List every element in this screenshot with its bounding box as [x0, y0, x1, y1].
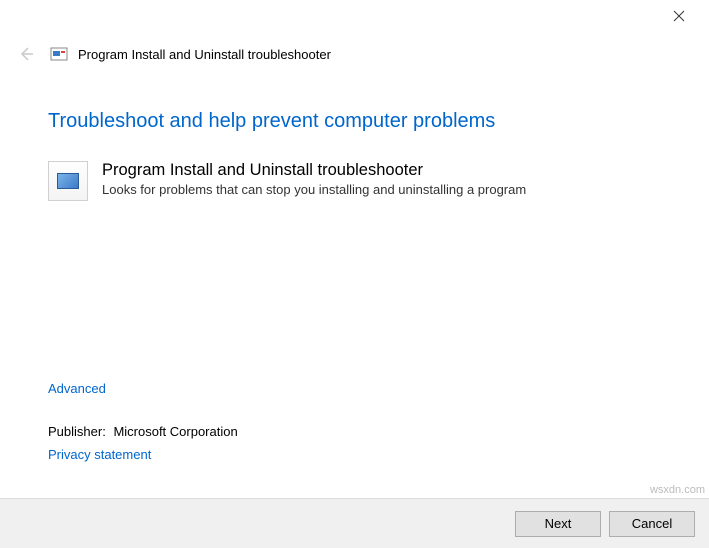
privacy-link[interactable]: Privacy statement	[48, 447, 151, 462]
arrow-left-icon	[18, 46, 34, 62]
titlebar	[0, 0, 709, 32]
close-icon	[673, 10, 685, 22]
window-icon	[50, 45, 68, 63]
window-title: Program Install and Uninstall troublesho…	[78, 47, 331, 62]
next-button[interactable]: Next	[515, 511, 601, 537]
footer: Next Cancel	[0, 498, 709, 548]
troubleshooter-icon	[48, 161, 88, 201]
content-area: Troubleshoot and help prevent computer p…	[0, 110, 709, 462]
page-heading: Troubleshoot and help prevent computer p…	[48, 110, 669, 133]
troubleshooter-text: Program Install and Uninstall troublesho…	[102, 161, 526, 197]
close-button[interactable]	[661, 2, 697, 30]
lower-section: Advanced Publisher: Microsoft Corporatio…	[48, 381, 669, 462]
item-description: Looks for problems that can stop you ins…	[102, 182, 526, 197]
cancel-button[interactable]: Cancel	[609, 511, 695, 537]
publisher-row: Publisher: Microsoft Corporation	[48, 424, 669, 439]
troubleshooter-item: Program Install and Uninstall troublesho…	[48, 161, 669, 201]
item-title: Program Install and Uninstall troublesho…	[102, 161, 526, 180]
publisher-name: Microsoft Corporation	[113, 424, 237, 439]
publisher-label: Publisher:	[48, 424, 106, 439]
header-row: Program Install and Uninstall troublesho…	[0, 32, 709, 86]
watermark: wsxdn.com	[650, 484, 705, 496]
privacy-row: Privacy statement	[48, 447, 669, 462]
advanced-link[interactable]: Advanced	[48, 381, 106, 396]
back-button	[12, 40, 40, 68]
